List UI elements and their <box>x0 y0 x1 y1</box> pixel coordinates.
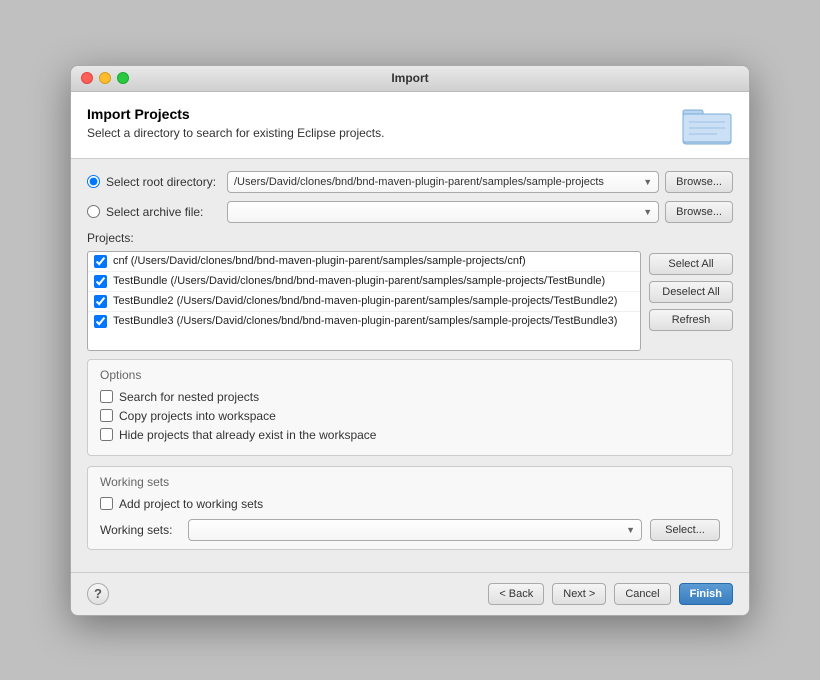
archive-file-dropdown[interactable]: ▼ <box>227 201 659 223</box>
project-list-item: TestBundle (/Users/David/clones/bnd/bnd-… <box>88 272 640 292</box>
project-item-text: TestBundle3 (/Users/David/clones/bnd/bnd… <box>113 315 617 327</box>
root-directory-dropdown[interactable]: /Users/David/clones/bnd/bnd-maven-plugin… <box>227 171 659 193</box>
option-checkbox-1[interactable] <box>100 409 113 422</box>
projects-buttons: Select All Deselect All Refresh <box>649 251 733 351</box>
project-checkbox-1[interactable] <box>94 275 107 288</box>
root-directory-label: Select root directory: <box>106 175 216 189</box>
project-item-text: TestBundle2 (/Users/David/clones/bnd/bnd… <box>113 295 617 307</box>
sets-label: Working sets: <box>100 523 180 537</box>
root-directory-browse-button[interactable]: Browse... <box>665 171 733 193</box>
option-label-2: Hide projects that already exist in the … <box>119 428 376 442</box>
dialog-subtitle: Select a directory to search for existin… <box>87 126 384 140</box>
header-text: Import Projects Select a directory to se… <box>87 106 384 140</box>
dialog-body: Select root directory: /Users/David/clon… <box>71 159 749 572</box>
projects-label: Projects: <box>87 231 733 245</box>
dialog-title: Import Projects <box>87 106 384 122</box>
working-sets-title: Working sets <box>100 475 720 489</box>
dialog-footer: ? < Back Next > Cancel Finish <box>71 572 749 615</box>
archive-file-row: Select archive file: ▼ Browse... <box>87 201 733 223</box>
projects-section: Projects: cnf (/Users/David/clones/bnd/b… <box>87 231 733 351</box>
minimize-button[interactable] <box>99 72 111 84</box>
working-sets-arrow-icon: ▼ <box>626 525 635 535</box>
maximize-button[interactable] <box>117 72 129 84</box>
root-directory-field-combo: /Users/David/clones/bnd/bnd-maven-plugin… <box>227 171 733 193</box>
archive-dropdown-arrow-icon: ▼ <box>643 207 652 217</box>
footer-right: < Back Next > Cancel Finish <box>488 583 733 605</box>
next-button[interactable]: Next > <box>552 583 606 605</box>
project-checkbox-2[interactable] <box>94 295 107 308</box>
folder-icon <box>681 102 733 146</box>
add-to-working-sets-label: Add project to working sets <box>119 497 263 511</box>
window-controls <box>81 72 129 84</box>
back-button[interactable]: < Back <box>488 583 544 605</box>
option-checkbox-0[interactable] <box>100 390 113 403</box>
finish-button[interactable]: Finish <box>679 583 733 605</box>
select-all-button[interactable]: Select All <box>649 253 733 275</box>
option-label-1: Copy projects into workspace <box>119 409 276 423</box>
refresh-button[interactable]: Refresh <box>649 309 733 331</box>
working-sets-section: Working sets Add project to working sets… <box>87 466 733 550</box>
root-directory-row: Select root directory: /Users/David/clon… <box>87 171 733 193</box>
archive-file-field-combo: ▼ Browse... <box>227 201 733 223</box>
titlebar: Import <box>71 66 749 92</box>
archive-file-browse-button[interactable]: Browse... <box>665 201 733 223</box>
project-item-text: TestBundle (/Users/David/clones/bnd/bnd-… <box>113 275 605 287</box>
footer-left: ? <box>87 583 109 605</box>
archive-file-radio[interactable] <box>87 205 100 218</box>
window-title: Import <box>391 71 428 85</box>
options-section: Options Search for nested projects Copy p… <box>87 359 733 456</box>
cancel-button[interactable]: Cancel <box>614 583 670 605</box>
option-row-0: Search for nested projects <box>100 390 720 404</box>
option-label-0: Search for nested projects <box>119 390 259 404</box>
archive-file-label: Select archive file: <box>106 205 203 219</box>
working-sets-select-button[interactable]: Select... <box>650 519 720 541</box>
working-sets-dropdown[interactable]: ▼ <box>188 519 642 541</box>
project-item-text: cnf (/Users/David/clones/bnd/bnd-maven-p… <box>113 255 526 267</box>
project-list-item: TestBundle2 (/Users/David/clones/bnd/bnd… <box>88 292 640 312</box>
help-button[interactable]: ? <box>87 583 109 605</box>
option-checkbox-2[interactable] <box>100 428 113 441</box>
projects-container: cnf (/Users/David/clones/bnd/bnd-maven-p… <box>87 251 733 351</box>
project-checkbox-3[interactable] <box>94 315 107 328</box>
option-row-1: Copy projects into workspace <box>100 409 720 423</box>
options-checkboxes: Search for nested projects Copy projects … <box>100 390 720 442</box>
project-list-item: cnf (/Users/David/clones/bnd/bnd-maven-p… <box>88 252 640 272</box>
working-sets-label-row: Working sets: ▼ Select... <box>100 519 720 541</box>
project-list-item: TestBundle3 (/Users/David/clones/bnd/bnd… <box>88 312 640 331</box>
option-row-2: Hide projects that already exist in the … <box>100 428 720 442</box>
project-checkbox-0[interactable] <box>94 255 107 268</box>
root-directory-radio[interactable] <box>87 175 100 188</box>
add-to-working-sets-row: Add project to working sets <box>100 497 720 511</box>
projects-list[interactable]: cnf (/Users/David/clones/bnd/bnd-maven-p… <box>87 251 641 351</box>
root-directory-radio-label[interactable]: Select root directory: <box>87 175 227 189</box>
archive-file-radio-label[interactable]: Select archive file: <box>87 205 227 219</box>
dropdown-arrow-icon: ▼ <box>643 177 652 187</box>
root-directory-value: /Users/David/clones/bnd/bnd-maven-plugin… <box>234 176 604 188</box>
add-to-working-sets-checkbox[interactable] <box>100 497 113 510</box>
options-title: Options <box>100 368 720 382</box>
import-dialog: Import Import Projects Select a director… <box>70 65 750 616</box>
deselect-all-button[interactable]: Deselect All <box>649 281 733 303</box>
dialog-header: Import Projects Select a directory to se… <box>71 92 749 159</box>
close-button[interactable] <box>81 72 93 84</box>
